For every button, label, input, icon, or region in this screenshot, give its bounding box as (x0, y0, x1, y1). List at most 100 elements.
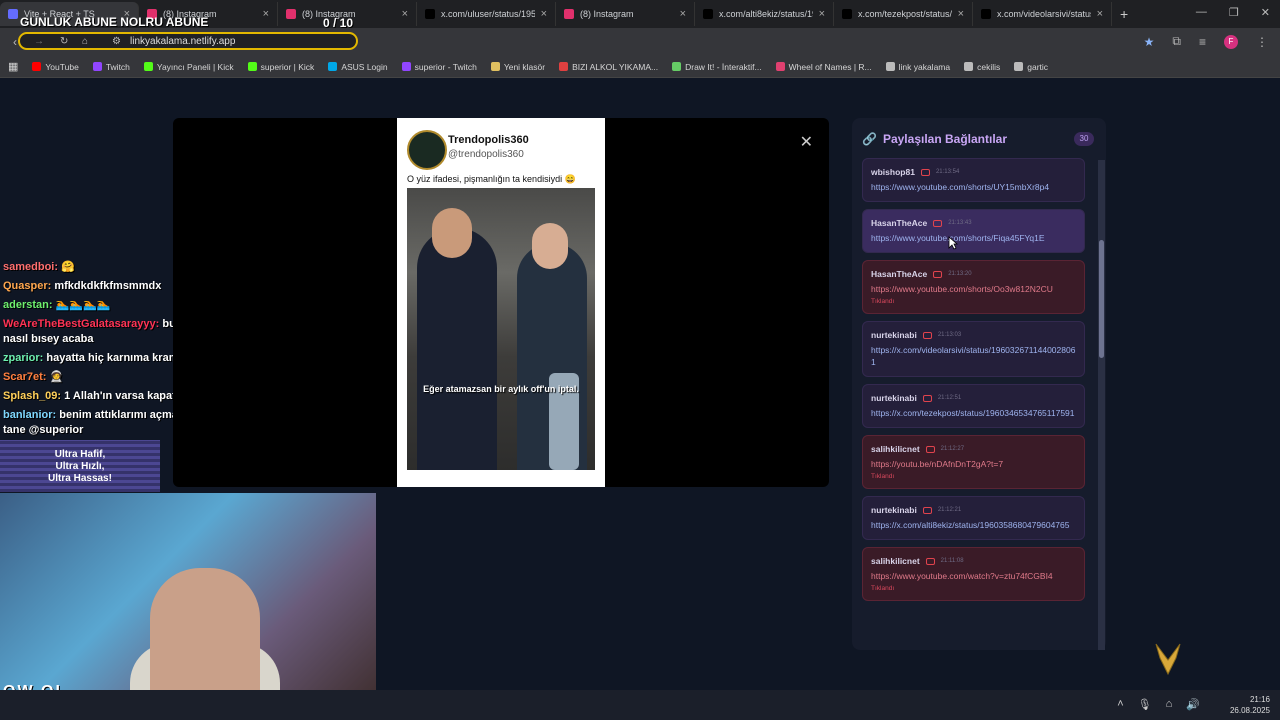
bookmark-favicon-icon (92, 62, 102, 71)
link-list-scrollbar[interactable] (1098, 160, 1105, 650)
home-icon[interactable]: ⌂ (82, 36, 88, 47)
reload-icon[interactable]: ↻ (60, 36, 68, 47)
chat-username[interactable]: Scar7et: (3, 371, 46, 383)
tab-favicon-icon (564, 9, 574, 19)
scrollbar-thumb[interactable] (1099, 240, 1104, 358)
media-controls-icon[interactable]: ≡ (1199, 35, 1206, 49)
chat-username[interactable]: WeAreTheBestGalatasarayyy: (3, 318, 159, 330)
tweet-video[interactable]: Eğer atamazsan bir aylık off'un iptal. (407, 188, 595, 470)
link-card[interactable]: wbishop81 21:13:54 https://www.youtube.com… (862, 158, 1085, 202)
menu-icon[interactable]: ⋮ (1256, 35, 1268, 49)
bookmark-favicon-icon (143, 62, 153, 71)
url-text[interactable]: linkyakalama.netlify.app (130, 36, 235, 47)
link-url[interactable]: https://www.youtube.com/watch?v=ztu74fCG… (871, 570, 1076, 582)
link-list[interactable]: wbishop81 21:13:54 https://www.youtube.com… (862, 158, 1095, 648)
chat-username[interactable]: Splash_09: (3, 390, 61, 402)
browser-tab[interactable]: x.com/alti8ekiz/status/19 × (695, 2, 834, 26)
preview-modal: ✕ Trendopolis360 @trendopolis360 O yüz i… (173, 118, 829, 487)
link-url[interactable]: https://x.com/videolarsivi/status/196032… (871, 344, 1076, 368)
promo-line: Ultra Hafif, (54, 449, 106, 460)
browser-tab[interactable]: x.com/uluser/status/1959 × (417, 2, 556, 26)
link-url[interactable]: https://www.youtube.com/shorts/UY15mbXr8… (871, 181, 1076, 193)
link-timestamp: 21:13:03 (937, 332, 962, 338)
tweet-embed[interactable]: Trendopolis360 @trendopolis360 O yüz ifa… (397, 118, 605, 487)
tab-title: x.com/uluser/status/1959 (441, 9, 535, 19)
tab-close-icon[interactable]: × (263, 8, 269, 20)
tab-close-icon[interactable]: × (541, 8, 547, 20)
link-url[interactable]: https://youtu.be/nDAfnDnT2gA?t=7 (871, 458, 1076, 470)
browser-tab[interactable]: (8) Instagram × (556, 2, 695, 26)
bookmark-item[interactable]: link yakalama (885, 62, 950, 72)
chat-username[interactable]: banlanior: (3, 409, 56, 421)
forward-icon[interactable]: → (34, 36, 44, 47)
browser-tab[interactable]: x.com/tezekpost/status/1 × (834, 2, 973, 26)
tab-close-icon[interactable]: × (1097, 8, 1103, 20)
link-card[interactable]: HasanTheAce 21:13:20 https://www.youtube.c… (862, 260, 1085, 314)
network-icon[interactable]: ⌂ (1166, 698, 1173, 711)
bookmark-item[interactable]: cekilis (964, 62, 1000, 72)
tab-favicon-icon (842, 9, 852, 19)
link-timestamp: 21:12:27 (940, 446, 965, 452)
link-card[interactable]: HasanTheAce 21:13:43 https://www.youtube.c… (862, 209, 1085, 253)
link-url[interactable]: https://x.com/tezekpost/status/196034653… (871, 407, 1076, 419)
bookmark-item[interactable]: BIZI ALKOL YIKAMA... (559, 62, 658, 72)
microphone-icon[interactable]: 🎙 (1138, 698, 1152, 711)
chat-text: 🧑‍🚀 (49, 371, 64, 383)
tweet-author-name: Trendopolis360 (448, 134, 529, 146)
minimize-icon[interactable]: — (1196, 6, 1207, 19)
close-window-icon[interactable]: ✕ (1261, 6, 1270, 19)
chevron-up-icon[interactable]: ˄ (1117, 698, 1123, 711)
link-meta: salihkilicnet 21:12:27 (871, 444, 1076, 454)
apps-icon[interactable]: ▦ (8, 60, 18, 73)
link-username: nurtekinabi (871, 330, 917, 340)
bookmark-item[interactable]: Draw It! - İnteraktif... (672, 62, 762, 72)
chat-username[interactable]: aderstan: (3, 299, 53, 311)
bookmark-item[interactable]: Yayıncı Paneli | Kick (143, 62, 234, 72)
link-username: HasanTheAce (871, 218, 928, 228)
bookmark-label: gartic (1027, 61, 1049, 72)
profile-avatar[interactable]: F (1224, 34, 1238, 49)
tab-favicon-icon (981, 9, 991, 19)
link-url[interactable]: https://www.youtube.com/shorts/Fiqa45FYq… (871, 232, 1076, 244)
link-url[interactable]: https://x.com/alti8ekiz/status/196035868… (871, 519, 1076, 531)
close-icon[interactable]: ✕ (800, 132, 813, 152)
chat-username[interactable]: zparior: (3, 352, 43, 364)
link-card[interactable]: nurtekinabi 21:12:21 https://x.com/alti8ek… (862, 496, 1085, 540)
link-card[interactable]: nurtekinabi 21:13:03 https://x.com/videola… (862, 321, 1085, 377)
video-icon (922, 506, 932, 514)
browser-tab[interactable]: x.com/videolarsivi/status × (973, 2, 1112, 26)
bookmark-star-icon[interactable]: ★ (1144, 35, 1155, 49)
url-bar[interactable]: → ↻ ⌂ ⚙ linkyakalama.netlify.app (18, 32, 358, 50)
panel-title: Paylaşılan Bağlantılar (882, 132, 1008, 146)
link-timestamp: 21:12:51 (937, 395, 962, 401)
system-clock[interactable]: 21:16 26.08.2025 (1230, 694, 1270, 716)
link-card[interactable]: nurtekinabi 21:12:51 https://x.com/tezekpo… (862, 384, 1085, 428)
tab-close-icon[interactable]: × (819, 8, 825, 20)
link-meta: HasanTheAce 21:13:20 (871, 269, 1076, 279)
bookmark-item[interactable]: Twitch (92, 62, 130, 72)
bookmark-item[interactable]: Wheel of Names | R... (775, 62, 872, 72)
bookmark-item[interactable]: gartic (1014, 62, 1048, 72)
video-caption: Eğer atamazsan bir aylık off'un iptal. (423, 384, 579, 394)
link-card[interactable]: salihkilicnet 21:11:08 https://www.youtube… (862, 547, 1085, 601)
bookmark-item[interactable]: superior - Twitch (401, 62, 477, 72)
bookmark-item[interactable]: YouTube (32, 62, 79, 72)
tab-close-icon[interactable]: × (402, 8, 408, 20)
extensions-icon[interactable]: ⧉ (1172, 34, 1181, 49)
volume-icon[interactable]: 🔊 (1186, 698, 1200, 711)
site-info-icon[interactable]: ⚙ (112, 36, 121, 47)
bookmark-item[interactable]: superior | Kick (247, 61, 315, 72)
chat-username[interactable]: Quasper: (3, 280, 51, 292)
link-card[interactable]: salihkilicnet 21:12:27 https://youtu.be/nD… (862, 435, 1085, 489)
bookmark-item[interactable]: Yeni klasör (490, 62, 545, 72)
link-timestamp: 21:13:54 (935, 169, 960, 175)
link-url[interactable]: https://www.youtube.com/shorts/Oo3w812N2… (871, 283, 1076, 295)
tab-close-icon[interactable]: × (680, 8, 686, 20)
new-tab-icon[interactable]: + (1120, 6, 1128, 22)
chat-username[interactable]: samedboi: (3, 261, 58, 273)
restore-icon[interactable]: ❐ (1229, 6, 1239, 19)
bookmark-label: superior | Kick (260, 61, 315, 72)
tab-close-icon[interactable]: × (958, 8, 964, 20)
bookmark-favicon-icon (559, 62, 569, 71)
bookmark-item[interactable]: ASUS Login (328, 62, 388, 72)
